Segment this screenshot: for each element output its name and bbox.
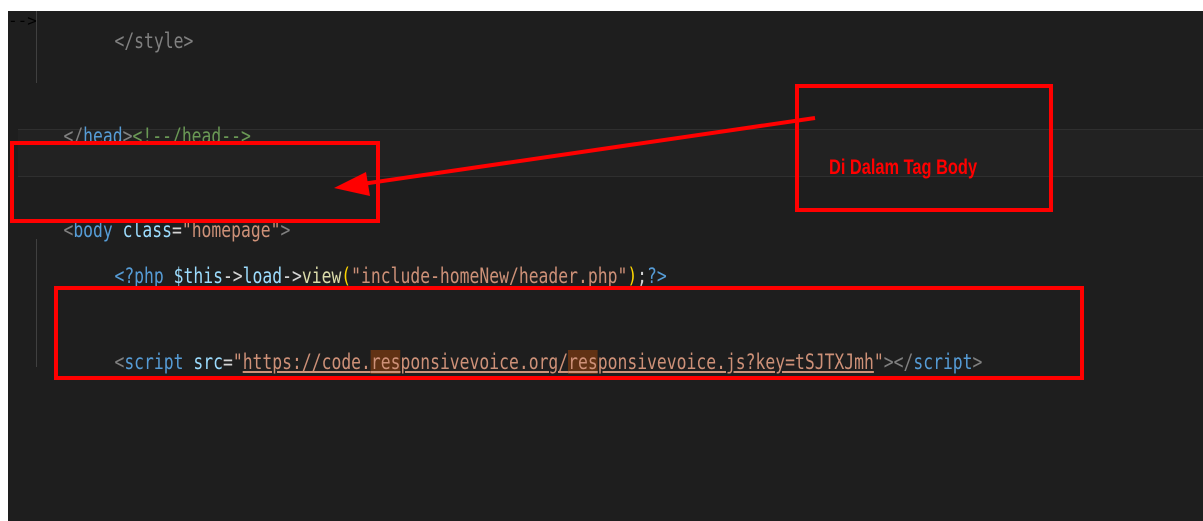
arrow-head — [334, 172, 370, 196]
annotation-arrow — [334, 116, 816, 196]
arrow-shaft — [361, 116, 816, 186]
